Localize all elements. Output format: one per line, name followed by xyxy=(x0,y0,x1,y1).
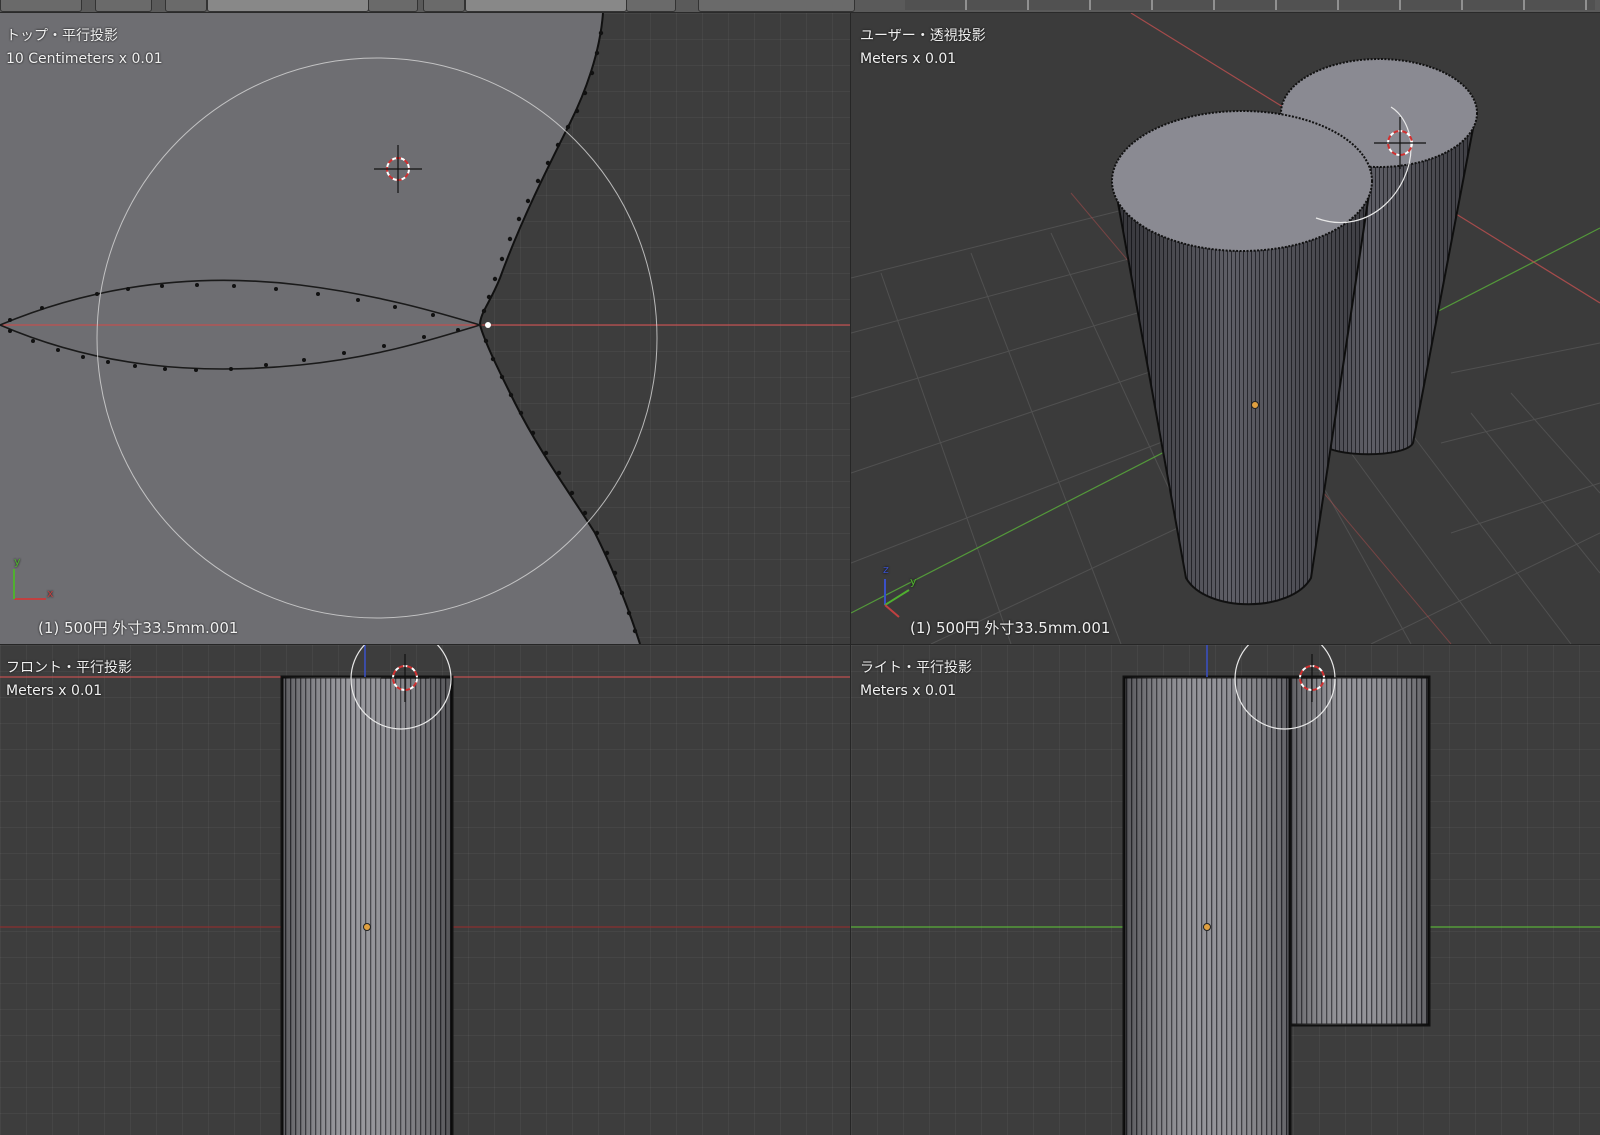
viewport-name-top: トップ・平行投影 xyxy=(6,28,118,44)
viewport-name-user: ユーザー・透視投影 xyxy=(860,28,986,44)
grid-scale-top: 10 Centimeters x 0.01 xyxy=(6,51,163,67)
mesh-face-region xyxy=(0,13,640,644)
selected-vertex xyxy=(485,322,491,328)
viewport-name-right: ライト・平行投影 xyxy=(860,660,972,676)
cylinder-back-side xyxy=(1282,675,1431,1027)
viewport-user-perspective[interactable]: z y ユーザー・透視投影 Meters x 0.01 (1) 500円 外寸3… xyxy=(851,13,1600,644)
menu-editor-type[interactable] xyxy=(0,0,82,12)
viewport-name-front: フロント・平行投影 xyxy=(6,660,132,676)
gizmo-y-label: y xyxy=(14,555,21,568)
header-bar xyxy=(0,0,1600,13)
cylinder-front-view xyxy=(280,675,454,1135)
gizmo-z-label: z xyxy=(883,563,889,576)
object-origin xyxy=(363,923,371,931)
right-view-canvas xyxy=(851,645,1600,1135)
menu-help[interactable] xyxy=(95,0,152,12)
user-view-canvas xyxy=(851,13,1600,644)
active-object-user: (1) 500円 外寸33.5mm.001 xyxy=(910,619,1111,637)
top-view-canvas xyxy=(0,13,850,644)
front-view-canvas xyxy=(0,645,850,1135)
scene-stats xyxy=(905,0,1595,10)
render-engine-selector[interactable] xyxy=(698,0,855,12)
viewport-top-ortho[interactable]: x y トップ・平行投影 10 Centimeters x 0.01 (1) 5… xyxy=(0,13,850,644)
viewport-right-ortho[interactable]: ライト・平行投影 Meters x 0.01 xyxy=(851,645,1600,1135)
viewport-front-ortho[interactable]: フロント・平行投影 Meters x 0.01 xyxy=(0,645,850,1135)
grid-scale-front: Meters x 0.01 xyxy=(6,683,103,699)
layout-add-remove-buttons[interactable] xyxy=(368,0,418,12)
scene-selector[interactable] xyxy=(465,0,627,12)
gizmo-y-label: y xyxy=(910,575,917,588)
scene-icon-button[interactable] xyxy=(423,0,465,12)
cylinder-front xyxy=(1111,110,1373,606)
object-origin xyxy=(1251,401,1259,409)
active-object-top: (1) 500円 外寸33.5mm.001 xyxy=(38,619,239,637)
cylinder-front-side xyxy=(1122,675,1292,1135)
layout-icon-button[interactable] xyxy=(165,0,207,12)
grid-scale-right: Meters x 0.01 xyxy=(860,683,957,699)
scene-add-remove-buttons[interactable] xyxy=(626,0,676,12)
grid-scale-user: Meters x 0.01 xyxy=(860,51,957,67)
gizmo-x-label: x xyxy=(47,587,54,600)
object-origin xyxy=(1203,923,1211,931)
layout-selector[interactable] xyxy=(207,0,369,12)
